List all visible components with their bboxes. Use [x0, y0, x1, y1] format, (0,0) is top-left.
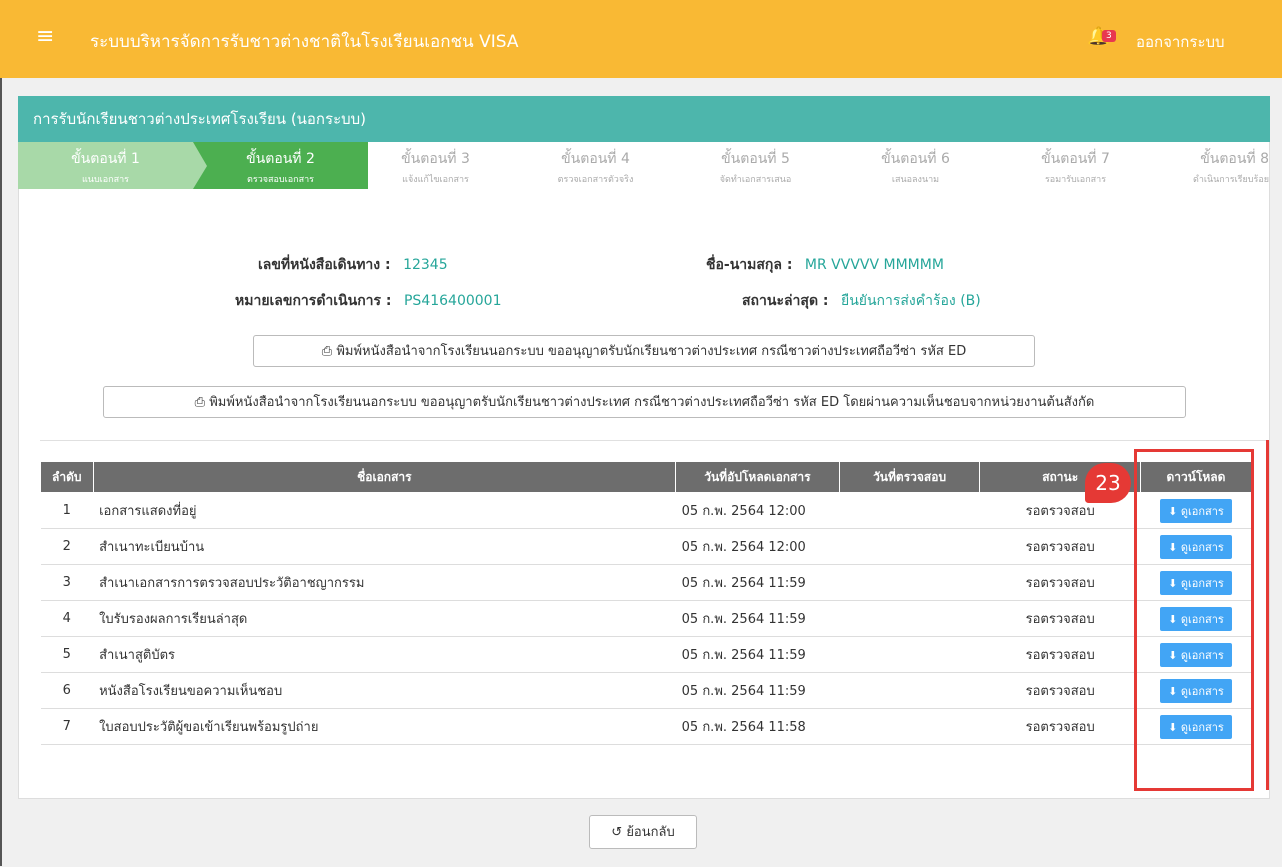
passport-label: เลขที่หนังสือเดินทาง : — [258, 257, 391, 273]
row-checked-date — [839, 528, 980, 565]
step-5: ขั้นตอนที่ 5 จัดทำเอกสารเสนอ — [719, 151, 792, 185]
step-3: ขั้นตอนที่ 3 แจ้งแก้ไขเอกสาร — [401, 151, 470, 185]
document-table: ลำดับ ชื่อเอกสาร วันที่อัปโหลดเอกสาร วัน… — [40, 461, 1253, 745]
row-document-name: เอกสารแสดงที่อยู่ — [93, 492, 676, 529]
row-uploaded-date: 05 ก.พ. 2564 12:00 — [675, 492, 840, 529]
row-uploaded-date: 05 ก.พ. 2564 11:59 — [675, 636, 840, 673]
table-row: 1 เอกสารแสดงที่อยู่ 05 ก.พ. 2564 12:00 รอตร… — [40, 492, 1252, 529]
row-no: 7 — [40, 708, 94, 745]
status-value: ยืนยันการส่งคำร้อง (B) — [840, 293, 981, 309]
row-uploaded-date: 05 ก.พ. 2564 11:58 — [675, 708, 840, 745]
status-row: สถานะล่าสุด : ยืนยันการส่งคำร้อง (B) — [742, 290, 981, 312]
header-uploaded: วันที่อัปโหลดเอกสาร — [675, 461, 840, 493]
table-header-row: ลำดับ ชื่อเอกสาร วันที่อัปโหลดเอกสาร วัน… — [40, 461, 1253, 493]
back-button[interactable]: ↺ ย้อนกลับ — [589, 815, 697, 849]
divider — [40, 440, 1270, 441]
row-no: 3 — [40, 564, 94, 601]
row-uploaded-date: 05 ก.พ. 2564 12:00 — [675, 528, 840, 565]
table-row: 5 สำเนาสูติบัตร 05 ก.พ. 2564 11:59 รอตรวจสอ… — [40, 636, 1252, 673]
table-row: 2 สำเนาทะเบียนบ้าน 05 ก.พ. 2564 12:00 รอตรว… — [40, 528, 1252, 565]
row-status: รอตรวจสอบ — [979, 708, 1141, 745]
name-label: ชื่อ-นามสกุล : — [706, 257, 793, 273]
table-row: 7 ใบสอบประวัติผู้ขอเข้าเรียนพร้อมรูปถ่าย 0… — [40, 708, 1252, 745]
row-no: 5 — [40, 636, 94, 673]
row-checked-date — [839, 492, 980, 529]
row-status: รอตรวจสอบ — [979, 636, 1141, 673]
row-no: 4 — [40, 600, 94, 637]
step-1: ขั้นตอนที่ 1 แนบเอกสาร — [18, 142, 193, 189]
step-6: ขั้นตอนที่ 6 เสนอลงนาม — [881, 151, 950, 185]
step-chevron — [193, 142, 207, 189]
notification-badge: 3 — [1102, 30, 1116, 42]
print-letter-button[interactable]: ⎙ พิมพ์หนังสือนำจากโรงเรียนนอกระบบ ขออนุ… — [253, 335, 1035, 367]
step-4: ขั้นตอนที่ 4 ตรวจเอกสารตัวจริง — [557, 151, 634, 185]
printer-icon: ⎙ — [194, 395, 206, 410]
row-status: รอตรวจสอบ — [979, 672, 1141, 709]
step-marker: 23 — [1085, 463, 1131, 503]
step-chevron — [348, 142, 362, 189]
row-document-name: ใบสอบประวัติผู้ขอเข้าเรียนพร้อมรูปถ่าย — [93, 708, 676, 745]
highlight-edge — [1266, 440, 1269, 790]
highlight-box — [1134, 449, 1254, 791]
row-document-name: ใบรับรองผลการเรียนล่าสุด — [93, 600, 676, 637]
step-8: ขั้นตอนที่ 8 ดำเนินการเรียบร้อย — [1192, 151, 1269, 185]
name-value: MR VVVVV MMMMM — [804, 257, 944, 273]
table-row: 6 หนังสือโรงเรียนขอความเห็นชอบ 05 ก.พ. 256… — [40, 672, 1252, 709]
hamburger-menu-icon[interactable]: ≡ — [36, 26, 56, 48]
status-label: สถานะล่าสุด : — [742, 293, 829, 309]
undo-icon: ↺ — [611, 825, 623, 840]
row-checked-date — [839, 672, 980, 709]
row-checked-date — [839, 636, 980, 673]
row-checked-date — [839, 600, 980, 637]
table-row: 4 ใบรับรองผลการเรียนล่าสุด 05 ก.พ. 2564 11… — [40, 600, 1252, 637]
process-label: หมายเลขการดำเนินการ : — [235, 293, 392, 309]
passport-value: 12345 — [403, 257, 448, 273]
logout-link[interactable]: ออกจากระบบ — [1136, 30, 1225, 54]
header-no: ลำดับ — [40, 461, 94, 493]
row-status: รอตรวจสอบ — [979, 564, 1141, 601]
row-uploaded-date: 05 ก.พ. 2564 11:59 — [675, 564, 840, 601]
table-row: 3 สำเนาเอกสารการตรวจสอบประวัติอาชญากรรม 05… — [40, 564, 1252, 601]
row-uploaded-date: 05 ก.พ. 2564 11:59 — [675, 600, 840, 637]
row-document-name: สำเนาเอกสารการตรวจสอบประวัติอาชญากรรม — [93, 564, 676, 601]
row-no: 2 — [40, 528, 94, 565]
row-status: รอตรวจสอบ — [979, 528, 1141, 565]
row-no: 6 — [40, 672, 94, 709]
row-no: 1 — [40, 492, 94, 529]
app-title: ระบบบริหารจัดการรับชาวต่างชาติในโรงเรียน… — [90, 32, 519, 52]
top-bar: ≡ ระบบบริหารจัดการรับชาวต่างชาติในโรงเรี… — [0, 0, 1282, 78]
process-row: หมายเลขการดำเนินการ : PS416400001 — [235, 290, 501, 312]
name-row: ชื่อ-นามสกุล : MR VVVVV MMMMM — [706, 254, 944, 276]
header-checked: วันที่ตรวจสอบ — [838, 461, 981, 493]
step-2: ขั้นตอนที่ 2 ตรวจสอบเอกสาร — [193, 142, 368, 189]
row-checked-date — [839, 564, 980, 601]
row-uploaded-date: 05 ก.พ. 2564 11:59 — [675, 672, 840, 709]
print-letter-approval-button[interactable]: ⎙ พิมพ์หนังสือนำจากโรงเรียนนอกระบบ ขออนุ… — [103, 386, 1186, 418]
row-document-name: สำเนาสูติบัตร — [93, 636, 676, 673]
header-name: ชื่อเอกสาร — [92, 461, 677, 493]
panel-heading: การรับนักเรียนชาวต่างประเทศโรงเรียน (นอก… — [18, 96, 1270, 142]
row-status: รอตรวจสอบ — [979, 600, 1141, 637]
process-value: PS416400001 — [403, 293, 502, 309]
row-checked-date — [839, 708, 980, 745]
printer-icon: ⎙ — [321, 344, 333, 359]
passport-row: เลขที่หนังสือเดินทาง : 12345 — [258, 254, 448, 276]
row-document-name: สำเนาทะเบียนบ้าน — [93, 528, 676, 565]
step-progress: ขั้นตอนที่ 1 แนบเอกสาร ขั้นตอนที่ 2 ตรวจสอ… — [18, 142, 1270, 189]
row-document-name: หนังสือโรงเรียนขอความเห็นชอบ — [93, 672, 676, 709]
